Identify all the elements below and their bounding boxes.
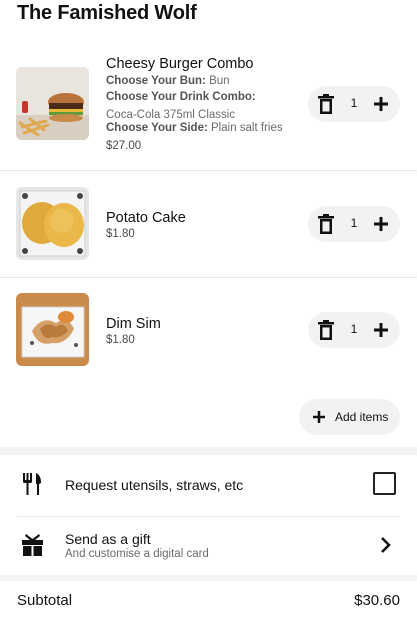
gift-title: Send as a gift [65,531,151,547]
section-separator [0,447,417,455]
chevron-right-icon [381,537,391,553]
item-name: Dim Sim [106,316,161,332]
divider [0,170,417,171]
quantity-stepper[interactable]: 1 [308,206,400,242]
utensils-label: Request utensils, straws, etc [65,477,244,493]
utensils-icon [23,473,41,495]
item-price: $1.80 [106,228,135,240]
plus-icon[interactable] [372,215,390,233]
quantity-value: 1 [350,322,358,336]
add-items-button[interactable]: Add items [299,399,400,435]
gift-icon [22,534,43,556]
store-title: The Famished Wolf [17,2,197,24]
item-option-side: Choose Your Side: Plain salt fries [106,122,283,134]
item-price: $27.00 [106,140,142,152]
add-items-label: Add items [335,410,389,424]
item-name: Cheesy Burger Combo [106,56,254,72]
quantity-value: 1 [350,216,358,230]
item-name: Potato Cake [106,210,186,226]
quantity-stepper[interactable]: 1 [308,86,400,122]
burger-photo [16,67,89,140]
potato-cake-photo [16,187,89,260]
trash-icon[interactable] [318,214,334,234]
section-separator [0,575,417,581]
plus-icon[interactable] [372,321,390,339]
trash-icon[interactable] [318,320,334,340]
gift-subtitle: And customise a digital card [65,548,209,560]
plus-icon[interactable] [372,95,390,113]
subtotal-label: Subtotal [17,592,73,609]
trash-icon[interactable] [318,94,334,114]
plus-icon [313,411,325,423]
dim-sim-photo [16,293,89,366]
quantity-stepper[interactable]: 1 [308,312,400,348]
quantity-value: 1 [350,96,358,110]
item-price: $1.80 [106,334,135,346]
utensils-checkbox[interactable] [373,472,396,495]
divider [0,277,417,278]
subtotal-value: $30.60 [354,592,400,609]
divider [17,516,400,517]
